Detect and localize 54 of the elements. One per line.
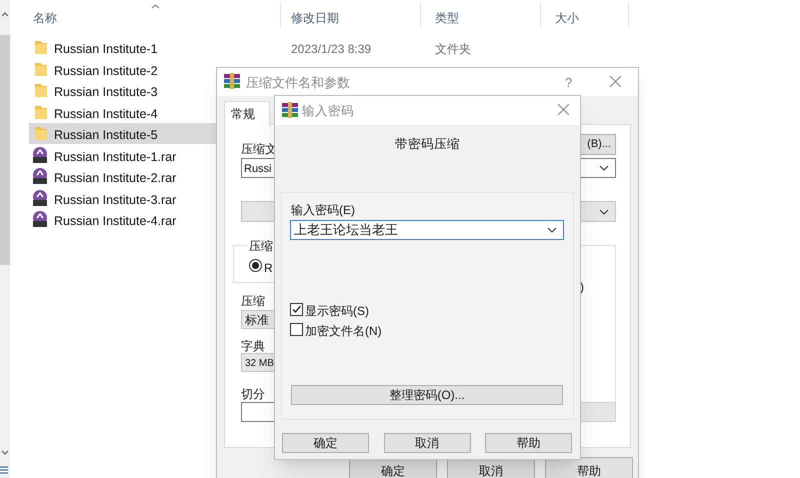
file-name[interactable]: Russian Institute-4.rar	[54, 212, 176, 231]
column-header[interactable]: 类型	[435, 9, 459, 27]
folder-icon	[35, 62, 47, 76]
file-name[interactable]: Russian Institute-1.rar	[54, 148, 176, 166]
checkbox[interactable]	[290, 303, 303, 316]
chevron-down-icon	[599, 208, 609, 214]
column-header[interactable]: 名称	[33, 9, 57, 27]
file-name[interactable]: Russian Institute-2	[54, 62, 158, 80]
column-header[interactable]: 修改日期	[291, 9, 339, 27]
archive-icon	[32, 146, 48, 162]
file-name[interactable]: Russian Institute-1	[54, 40, 158, 59]
file-type: 文件夹	[435, 41, 471, 58]
close-icon[interactable]	[610, 76, 621, 87]
chevron-down-icon	[547, 227, 557, 233]
dialog-button[interactable]: 帮助	[545, 457, 633, 478]
password-field[interactable]: 上老王论坛当老王	[290, 220, 564, 240]
organize-passwords-button[interactable]: 整理密码(O)...	[291, 385, 563, 405]
chevron-down-icon	[599, 165, 609, 171]
column-header[interactable]: 大小	[555, 9, 579, 27]
scroll-down-icon[interactable]	[1, 450, 9, 455]
dialog-button[interactable]: 帮助	[485, 433, 572, 453]
field-label: 压缩	[241, 293, 265, 310]
file-name[interactable]: Russian Institute-5	[54, 126, 158, 145]
close-icon[interactable]	[558, 104, 569, 115]
field-label: 字典	[241, 338, 265, 355]
window-title: 输入密码	[302, 103, 354, 120]
dialog-button[interactable]: 确定	[282, 433, 369, 453]
file-name[interactable]: Russian Institute-3	[54, 83, 158, 102]
books-icon	[224, 73, 240, 89]
archive-icon	[32, 190, 48, 206]
tab[interactable]: 常规	[224, 101, 270, 126]
archive-icon	[32, 211, 48, 227]
folder-icon	[35, 104, 47, 118]
file-name[interactable]: Russian Institute-2.rar	[54, 169, 176, 188]
folder-icon	[35, 126, 47, 140]
checkbox-label: 加密文件名(N)	[305, 322, 382, 340]
archive-icon	[32, 168, 48, 184]
details-view-icon[interactable]	[0, 466, 8, 475]
checkbox[interactable]	[290, 322, 303, 336]
checkbox-label: 显示密码(S)	[305, 303, 369, 320]
books-icon	[282, 102, 298, 118]
window-title: 压缩文件名和参数	[246, 74, 350, 92]
dialog-button[interactable]: 取消	[384, 433, 470, 453]
file-name[interactable]: Russian Institute-4	[54, 104, 158, 124]
scrollbar-thumb[interactable]	[0, 35, 10, 265]
field-label: 切分	[241, 386, 265, 403]
folder-icon	[35, 40, 47, 54]
dialog-heading: 带密码压缩	[394, 136, 461, 153]
file-date: 2023/1/23 8:39	[291, 41, 372, 58]
file-name[interactable]: Russian Institute-3.rar	[54, 190, 176, 210]
folder-icon	[35, 83, 47, 97]
field-label: 输入密码(E)	[291, 202, 355, 219]
radio-label: R	[264, 260, 273, 277]
scroll-up-icon[interactable]	[1, 12, 9, 17]
